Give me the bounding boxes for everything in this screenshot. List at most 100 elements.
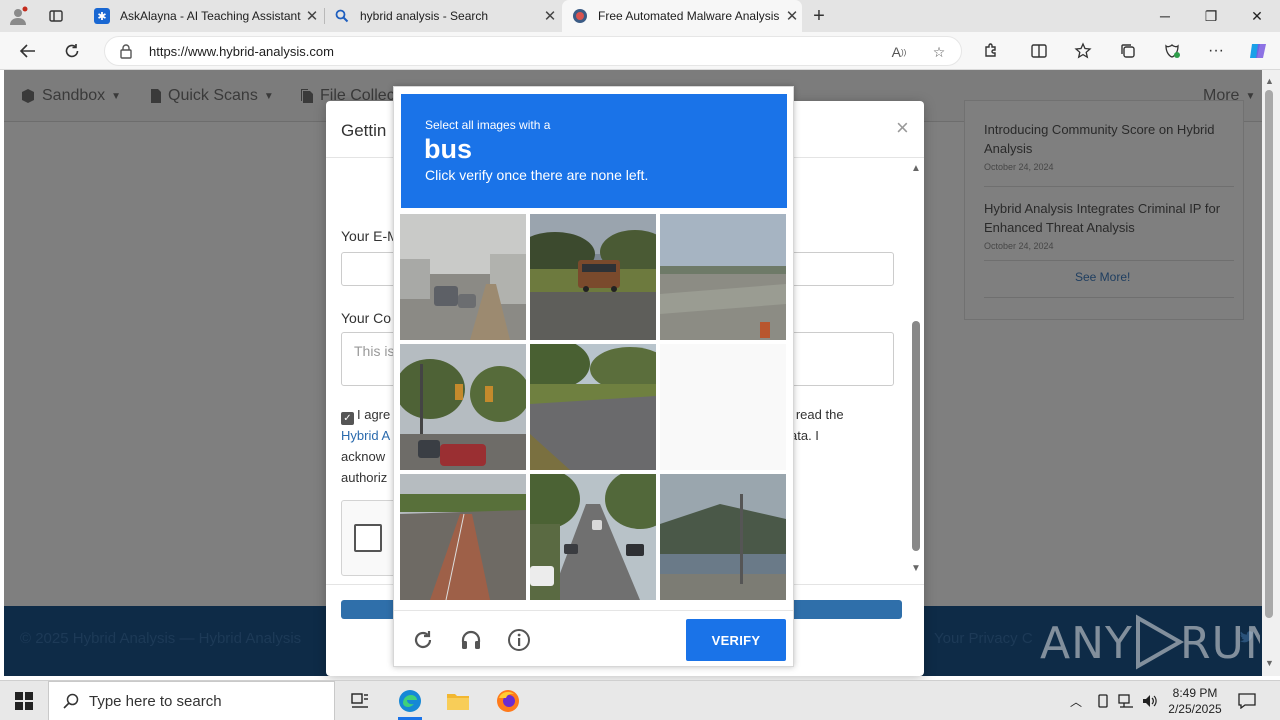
news-title[interactable]: Introducing Community Score on Hybrid An… (984, 120, 1224, 158)
hybrid-terms-link[interactable]: Hybrid A (341, 428, 390, 443)
start-button[interactable] (0, 681, 48, 720)
files-icon (301, 89, 313, 103)
captcha-tile-4[interactable] (400, 344, 526, 470)
refresh-button[interactable] (57, 36, 87, 66)
news-date: October 24, 2024 (984, 241, 1054, 251)
see-more-link[interactable]: See More! (1075, 270, 1130, 284)
nav-label: Sandbox (42, 87, 106, 104)
captcha-tile-6-blank[interactable] (660, 344, 786, 470)
challenge-footer: VERIFY (394, 610, 793, 667)
back-button[interactable] (13, 36, 43, 66)
scrollbar-thumb[interactable] (912, 321, 920, 551)
reload-icon[interactable] (409, 626, 437, 654)
chevron-up-icon[interactable]: ︿ (1070, 693, 1082, 710)
split-screen-icon[interactable] (1024, 36, 1054, 66)
audio-icon[interactable] (457, 626, 485, 654)
nav-sandbox[interactable]: Sandbox ▼ (20, 87, 121, 105)
captcha-tile-7[interactable] (400, 474, 526, 600)
lock-icon[interactable] (119, 43, 133, 64)
challenge-object: bus (424, 134, 473, 164)
browser-tab-strip: ✱ AskAlayna - AI Teaching Assistant ✕ hy… (0, 0, 1280, 32)
usb-device-icon[interactable] (1096, 681, 1110, 720)
scrollbar-thumb[interactable] (1265, 90, 1273, 618)
browser-essentials-icon[interactable] (1157, 36, 1187, 66)
news-item[interactable]: Hybrid Analysis Integrates Criminal IP f… (984, 199, 1224, 256)
task-view-button[interactable] (336, 681, 384, 720)
svg-text:RUN: RUN (1180, 618, 1260, 669)
modal-close-button[interactable]: × (896, 115, 909, 141)
scroll-down-arrow-icon[interactable]: ▼ (911, 563, 921, 574)
folder-icon (447, 694, 469, 710)
task-view-icon (351, 693, 368, 708)
tab-askalayna[interactable]: ✱ AskAlayna - AI Teaching Assistant ✕ (86, 0, 322, 32)
new-tab-button[interactable]: + (806, 0, 832, 32)
challenge-instruction: Select all images with a (425, 118, 551, 132)
chevron-down-icon: ▼ (111, 90, 122, 102)
agree-text: ata. I (790, 428, 819, 443)
cube-icon (22, 89, 34, 103)
taskbar-search[interactable]: Type here to search (48, 681, 335, 720)
show-hidden-icons[interactable]: ︿ (1070, 681, 1082, 720)
browser-toolbar: https://www.hybrid-analysis.com A)) ☆ ··… (0, 32, 1280, 70)
network-icon[interactable] (1118, 681, 1134, 720)
clock-time: 8:49 PM (1172, 686, 1218, 700)
modal-scrollbar[interactable]: ▲ ▼ (910, 161, 924, 581)
close-tab-icon[interactable]: ✕ (540, 7, 560, 25)
footer-copyright: © 2025 Hybrid Analysis — Hybrid Analysis (20, 630, 302, 647)
clock-date: 2/25/2025 (1168, 702, 1222, 716)
favorite-star-icon[interactable]: ☆ (929, 42, 949, 62)
firefox-taskbar-app[interactable] (484, 681, 532, 720)
captcha-tile-8[interactable] (530, 474, 656, 600)
footer-privacy-link[interactable]: Your Privacy C (934, 630, 1033, 647)
captcha-tile-1[interactable] (400, 214, 526, 340)
address-bar[interactable]: https://www.hybrid-analysis.com A)) ☆ (104, 36, 962, 66)
notifications-button[interactable] (1238, 681, 1256, 720)
profile-avatar[interactable] (8, 0, 36, 32)
info-icon[interactable] (505, 626, 533, 654)
extensions-icon[interactable] (976, 36, 1006, 66)
favorites-icon[interactable] (1068, 36, 1098, 66)
comment-placeholder: This is (354, 343, 395, 359)
captcha-tile-9[interactable] (660, 474, 786, 600)
email-label: Your E-M (341, 228, 399, 244)
edge-taskbar-app[interactable] (386, 681, 434, 720)
scroll-down-arrow-icon[interactable]: ▼ (1265, 658, 1274, 668)
comment-label: Your Co (341, 310, 392, 326)
captcha-tile-2[interactable] (530, 214, 656, 340)
collections-icon[interactable] (1113, 36, 1143, 66)
challenge-hint: Click verify once there are none left. (425, 167, 649, 183)
close-window-button[interactable]: ✕ (1234, 0, 1280, 32)
captcha-tile-5[interactable] (530, 344, 656, 470)
news-title[interactable]: Hybrid Analysis Integrates Criminal IP f… (984, 199, 1224, 237)
windows-taskbar: Type here to search ︿ 8:49 PM 2/25/2025 (0, 680, 1280, 720)
scroll-up-arrow-icon[interactable]: ▲ (911, 163, 921, 174)
windows-logo-icon (15, 692, 33, 710)
news-item[interactable]: Introducing Community Score on Hybrid An… (984, 120, 1224, 177)
tab-hybrid-analysis[interactable]: Free Automated Malware Analysis ✕ (562, 0, 802, 32)
close-tab-icon[interactable]: ✕ (302, 7, 322, 25)
system-clock[interactable]: 8:49 PM 2/25/2025 (1160, 685, 1230, 717)
recaptcha-checkbox[interactable] (354, 524, 382, 552)
tab-hybrid-search[interactable]: hybrid analysis - Search ✕ (326, 0, 560, 32)
agree-checkbox[interactable]: ✓ (341, 412, 354, 425)
settings-more-icon[interactable]: ··· (1201, 36, 1231, 66)
url-text[interactable]: https://www.hybrid-analysis.com (149, 44, 334, 59)
tab-actions-button[interactable] (48, 0, 74, 32)
chevron-down-icon: ▼ (263, 90, 274, 102)
restore-button[interactable]: ❐ (1188, 0, 1234, 32)
close-tab-icon[interactable]: ✕ (782, 7, 802, 25)
file-icon (151, 89, 161, 103)
scroll-up-arrow-icon[interactable]: ▲ (1265, 76, 1274, 86)
recaptcha-widget[interactable] (341, 500, 401, 576)
file-explorer-taskbar-app[interactable] (434, 681, 482, 720)
copilot-icon[interactable] (1243, 36, 1273, 66)
read-aloud-icon[interactable]: A)) (889, 42, 909, 62)
page-scrollbar[interactable]: ▲ ▼ (1262, 70, 1280, 676)
nav-quick-scans[interactable]: Quick Scans ▼ (150, 87, 274, 105)
volume-icon[interactable] (1142, 681, 1158, 720)
minimize-button[interactable]: ─ (1142, 0, 1188, 32)
captcha-tile-3[interactable] (660, 214, 786, 340)
search-placeholder: Type here to search (89, 692, 222, 710)
verify-button[interactable]: VERIFY (686, 619, 786, 661)
news-divider (984, 297, 1234, 298)
